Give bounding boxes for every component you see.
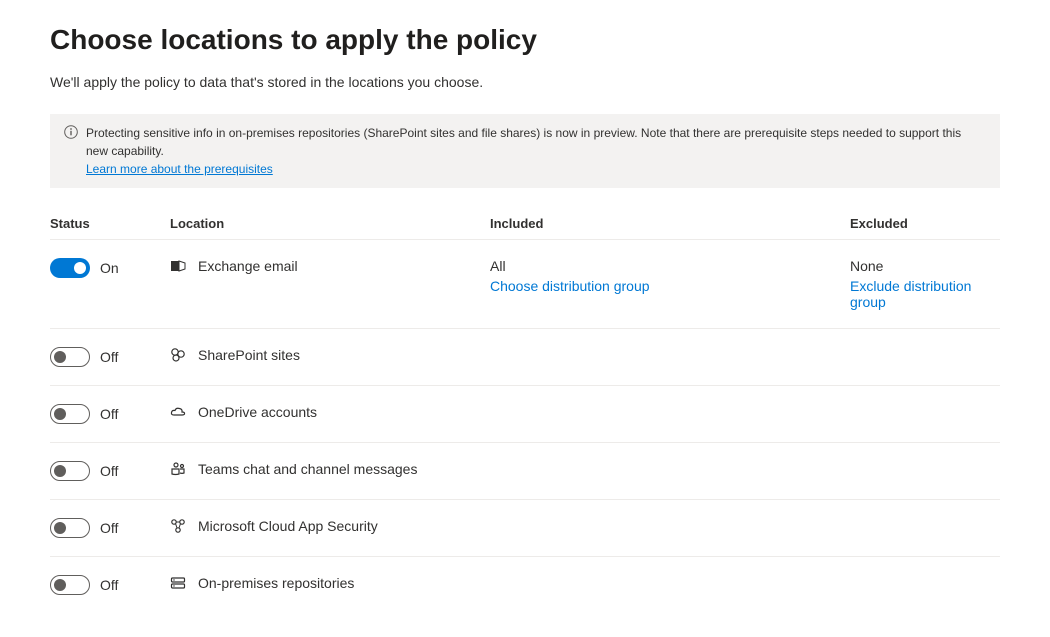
banner-link[interactable]: Learn more about the prerequisites [86, 162, 273, 176]
toggle-label: On [100, 260, 119, 276]
info-banner: Protecting sensitive info in on-premises… [50, 114, 1000, 188]
location-name: Teams chat and channel messages [198, 461, 417, 477]
table-row: Off OneDrive accounts [50, 385, 1000, 442]
banner-text: Protecting sensitive info in on-premises… [86, 126, 961, 158]
toggle-label: Off [100, 463, 118, 479]
toggle-label: Off [100, 577, 118, 593]
status-toggle[interactable] [50, 461, 90, 481]
header-excluded: Excluded [850, 216, 1000, 231]
page-subtitle: We'll apply the policy to data that's st… [50, 74, 1000, 90]
teams-icon [170, 461, 186, 477]
location-name: Exchange email [198, 258, 298, 274]
status-toggle[interactable] [50, 518, 90, 538]
info-icon [64, 125, 78, 139]
toggle-label: Off [100, 349, 118, 365]
header-included: Included [490, 216, 850, 231]
exclude-distribution-group-link[interactable]: Exclude distribution group [850, 278, 971, 310]
location-name: OneDrive accounts [198, 404, 317, 420]
exchange-icon [170, 258, 186, 274]
page-title: Choose locations to apply the policy [50, 24, 1000, 56]
status-toggle[interactable] [50, 258, 90, 278]
header-location: Location [170, 216, 490, 231]
toggle-label: Off [100, 406, 118, 422]
onedrive-icon [170, 404, 186, 420]
location-name: SharePoint sites [198, 347, 300, 363]
status-toggle[interactable] [50, 575, 90, 595]
mcas-icon [170, 518, 186, 534]
location-name: Microsoft Cloud App Security [198, 518, 378, 534]
table-row: Off SharePoint sites [50, 328, 1000, 385]
status-toggle[interactable] [50, 347, 90, 367]
table-row: Off On-premises repositories [50, 556, 1000, 613]
included-value: All [490, 258, 850, 274]
location-name: On-premises repositories [198, 575, 354, 591]
choose-distribution-group-link[interactable]: Choose distribution group [490, 278, 650, 294]
header-status: Status [50, 216, 170, 231]
locations-table: Status Location Included Excluded On Exc… [50, 208, 1000, 613]
table-header-row: Status Location Included Excluded [50, 208, 1000, 239]
onprem-icon [170, 575, 186, 591]
sharepoint-icon [170, 347, 186, 363]
table-row: Off Microsoft Cloud App Security [50, 499, 1000, 556]
table-row: Off Teams chat and channel messages [50, 442, 1000, 499]
toggle-label: Off [100, 520, 118, 536]
excluded-value: None [850, 258, 1000, 274]
table-row: On Exchange email All Choose distributio… [50, 239, 1000, 328]
status-toggle[interactable] [50, 404, 90, 424]
